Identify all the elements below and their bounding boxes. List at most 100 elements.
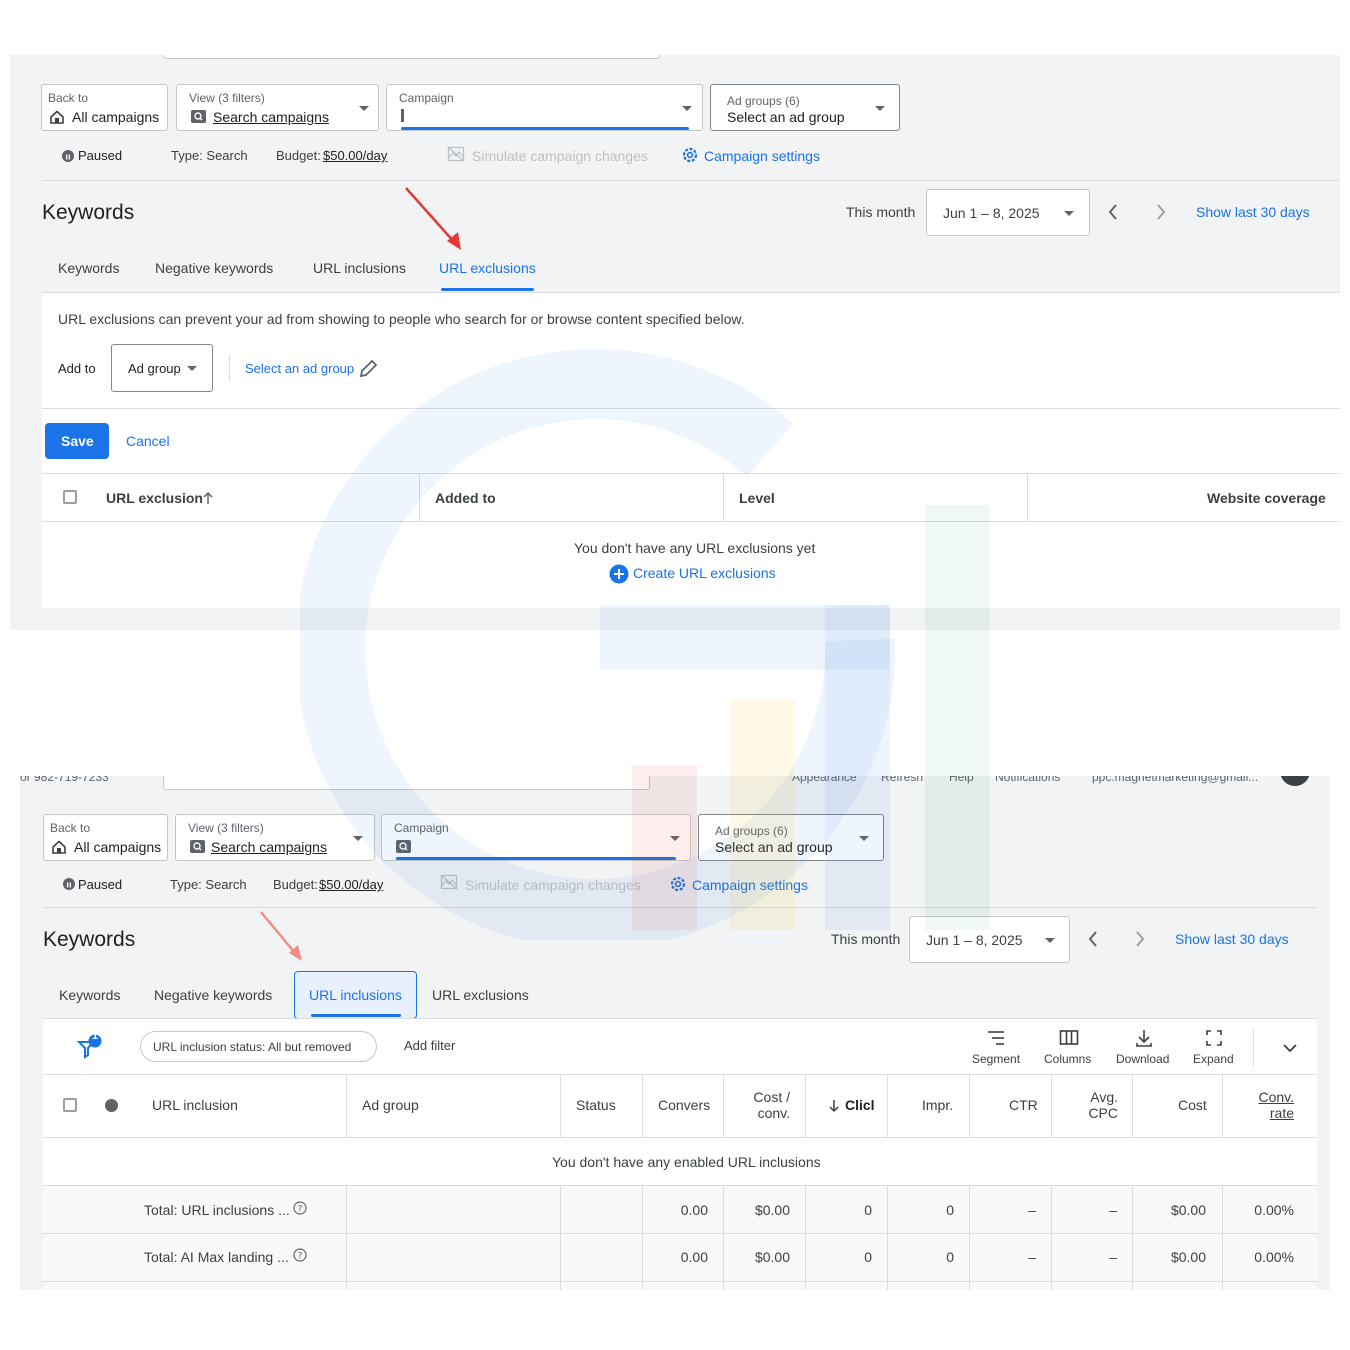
- show-last-30-days-link[interactable]: Show last 30 days: [1175, 931, 1289, 947]
- chevron-down-icon[interactable]: [1282, 1040, 1298, 1058]
- campaign-settings-link[interactable]: Campaign settings: [704, 148, 820, 164]
- divider: [42, 473, 1340, 474]
- cell-conv-rate: 0.00%: [1254, 1249, 1294, 1265]
- select-all-checkbox[interactable]: [63, 1098, 77, 1112]
- column-ctr[interactable]: CTR: [1009, 1097, 1038, 1113]
- tab-negative-keywords[interactable]: Negative keywords: [155, 260, 273, 276]
- chevron-right-icon[interactable]: [1134, 930, 1146, 953]
- tab-url-inclusions[interactable]: URL inclusions: [294, 971, 417, 1019]
- download-button[interactable]: Download: [1116, 1052, 1169, 1066]
- filter-chip-status[interactable]: URL inclusion status: All but removed: [140, 1031, 377, 1062]
- select-all-checkbox[interactable]: [63, 490, 77, 504]
- column-cost[interactable]: Cost: [1178, 1097, 1207, 1113]
- save-label: Save: [61, 433, 94, 449]
- campaign-settings-link[interactable]: Campaign settings: [692, 877, 808, 893]
- column-divider: [560, 1186, 561, 1290]
- column-divider: [1132, 1186, 1133, 1290]
- chevron-right-icon[interactable]: [1155, 203, 1167, 226]
- column-divider: [723, 473, 724, 521]
- add-circle-icon[interactable]: [609, 564, 629, 589]
- column-impressions[interactable]: Impr.: [922, 1097, 953, 1113]
- column-cost-per-conv[interactable]: Cost / conv.: [738, 1089, 790, 1121]
- search-campaign-icon: [396, 840, 411, 853]
- filter-icon[interactable]: [76, 1034, 103, 1065]
- segment-button[interactable]: Segment: [972, 1052, 1020, 1066]
- svg-text:?: ?: [298, 1205, 303, 1215]
- help-icon[interactable]: ?: [293, 1201, 307, 1220]
- ad-groups-label: Ad groups (6): [727, 94, 800, 108]
- column-divider: [887, 1186, 888, 1290]
- column-status[interactable]: Status: [576, 1097, 616, 1113]
- cell-conversions: 0.00: [680, 1249, 708, 1265]
- search-campaign-icon: [190, 840, 205, 853]
- save-button[interactable]: Save: [45, 423, 109, 459]
- date-range-picker[interactable]: Jun 1 – 8, 2025: [926, 189, 1090, 236]
- budget-value[interactable]: $50.00/day: [323, 148, 387, 163]
- help-icon[interactable]: ?: [293, 1248, 307, 1267]
- status-text: Paused: [78, 148, 123, 163]
- budget-value[interactable]: $50.00/day: [319, 877, 383, 892]
- back-to-label: Back to: [50, 821, 91, 835]
- divider: [42, 521, 1340, 522]
- show-last-30-days-link[interactable]: Show last 30 days: [1196, 204, 1310, 220]
- cell-avg-cpc: –: [1109, 1249, 1117, 1265]
- column-clicks[interactable]: Clicl: [845, 1097, 875, 1113]
- column-conversions[interactable]: Convers: [658, 1097, 710, 1113]
- column-url-inclusion[interactable]: URL inclusion: [152, 1097, 238, 1113]
- tab-url-exclusions[interactable]: URL exclusions: [432, 987, 529, 1003]
- add-to-level-select[interactable]: Ad group: [111, 344, 213, 392]
- view-filter-select[interactable]: View (3 filters) Search campaigns: [175, 814, 375, 861]
- expand-button[interactable]: Expand: [1193, 1052, 1234, 1066]
- cell-impressions: 0: [946, 1249, 954, 1265]
- back-to-all-campaigns[interactable]: Back to All campaigns: [43, 814, 168, 861]
- back-to-value: All campaigns: [72, 109, 160, 125]
- columns-button[interactable]: Columns: [1044, 1052, 1091, 1066]
- appearance-button[interactable]: Appearance: [792, 776, 857, 784]
- date-preset-label: This month: [846, 204, 916, 220]
- pencil-icon[interactable]: [358, 359, 378, 384]
- add-filter-button[interactable]: Add filter: [404, 1038, 455, 1053]
- column-level[interactable]: Level: [739, 490, 775, 506]
- back-to-all-campaigns[interactable]: Back to All campaigns: [41, 84, 168, 131]
- campaign-label: Campaign: [399, 91, 454, 105]
- divider: [43, 1018, 1317, 1019]
- empty-state-message: You don't have any URL exclusions yet: [574, 540, 816, 556]
- filter-count-badge: 1: [92, 1030, 99, 1042]
- annotation-arrow: [403, 185, 473, 260]
- column-added-to[interactable]: Added to: [435, 490, 496, 506]
- help-button[interactable]: Help: [949, 776, 974, 784]
- chevron-left-icon[interactable]: [1107, 203, 1119, 226]
- column-website-coverage[interactable]: Website coverage: [1207, 490, 1326, 506]
- page-title: Keywords: [43, 928, 136, 951]
- avatar[interactable]: [1280, 776, 1310, 786]
- tab-url-inclusions[interactable]: URL inclusions: [313, 260, 406, 276]
- tab-keywords[interactable]: Keywords: [58, 260, 119, 276]
- sort-arrow-down-icon: [828, 1099, 840, 1118]
- create-url-exclusions-link[interactable]: Create URL exclusions: [633, 565, 776, 581]
- ad-groups-select[interactable]: Ad groups (6) Select an ad group: [698, 814, 884, 861]
- select-ad-group-link[interactable]: Select an ad group: [245, 361, 354, 376]
- tab-keywords[interactable]: Keywords: [59, 987, 120, 1003]
- date-range-value: Jun 1 – 8, 2025: [926, 932, 1023, 948]
- refresh-button[interactable]: Refresh: [881, 776, 923, 784]
- notifications-button[interactable]: Notifications: [995, 776, 1060, 784]
- campaign-select[interactable]: Campaign: [386, 84, 703, 131]
- cell-cost-per-conv: $0.00: [754, 1202, 790, 1218]
- campaign-select[interactable]: Campaign: [381, 814, 691, 861]
- view-filter-select[interactable]: View (3 filters) Search campaigns: [176, 84, 379, 131]
- column-ad-group[interactable]: Ad group: [362, 1097, 419, 1113]
- chevron-down-icon: [670, 836, 680, 841]
- column-avg-cpc[interactable]: Avg. CPC: [1080, 1089, 1118, 1121]
- column-conv-rate[interactable]: Conv. rate: [1258, 1089, 1294, 1121]
- tab-url-exclusions[interactable]: URL exclusions: [439, 260, 536, 276]
- loading-bar: [396, 857, 676, 860]
- chevron-left-icon[interactable]: [1087, 930, 1099, 953]
- account-email[interactable]: ppc.magnetmarketing@gmail...: [1092, 776, 1258, 784]
- date-range-picker[interactable]: Jun 1 – 8, 2025: [909, 916, 1070, 963]
- tab-negative-keywords[interactable]: Negative keywords: [154, 987, 272, 1003]
- column-url-exclusion[interactable]: URL exclusion: [106, 490, 203, 506]
- cancel-button[interactable]: Cancel: [126, 433, 170, 449]
- chevron-down-icon: [682, 106, 692, 111]
- simulate-campaign-changes: Simulate campaign changes: [472, 148, 648, 164]
- ad-groups-select[interactable]: Ad groups (6) Select an ad group: [710, 84, 900, 131]
